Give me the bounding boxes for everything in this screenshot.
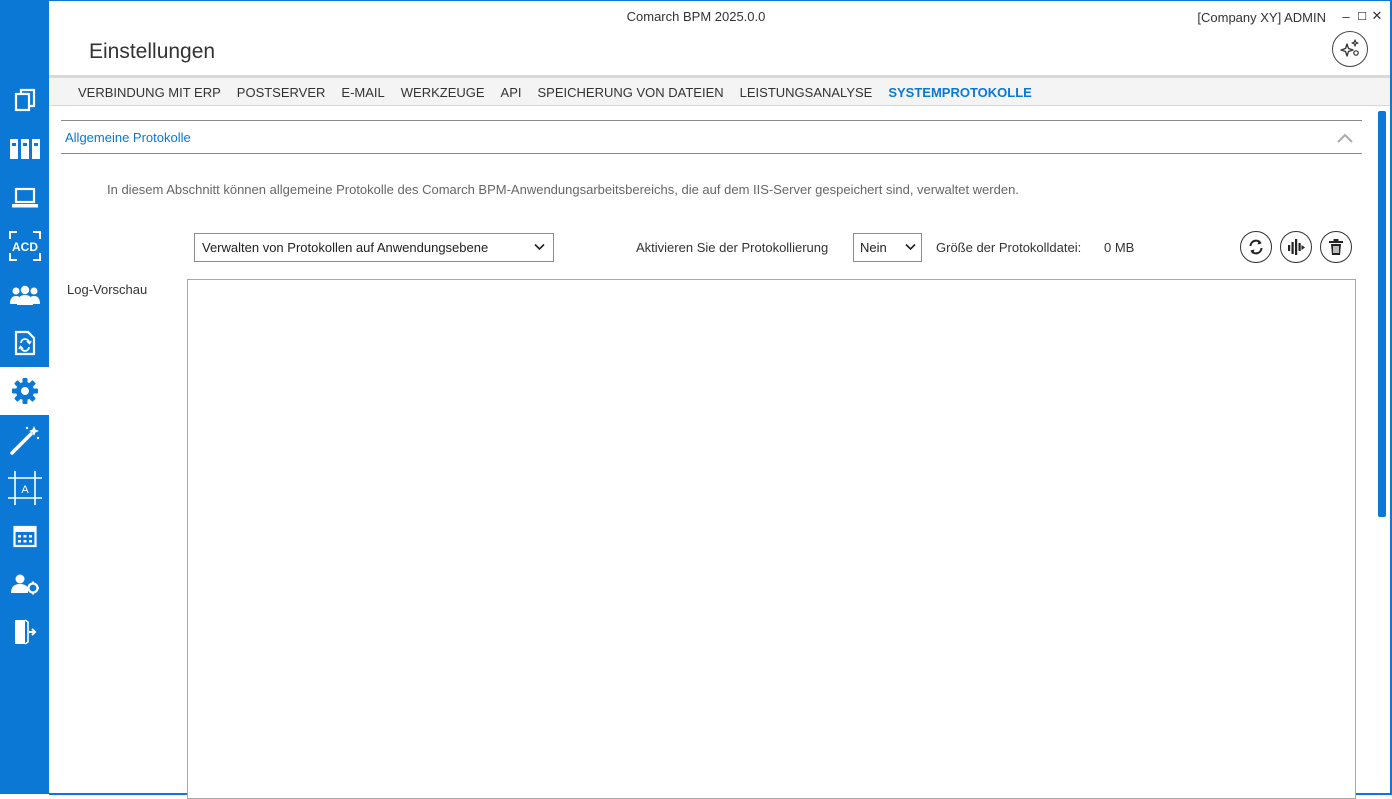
ai-assistant-button[interactable] [1332,31,1368,67]
calendar-icon [12,525,37,548]
sidebar-item-logout[interactable] [0,608,49,656]
trash-icon [1329,239,1343,255]
close-icon: ✕ [1371,8,1383,23]
section-description: In diesem Abschnitt können allgemeine Pr… [107,182,1019,197]
log-scope-select-value: Verwalten von Protokollen auf Anwendungs… [202,240,489,255]
sidebar-item-workstation[interactable] [0,174,49,222]
sidebar: ACD A [0,0,49,794]
laptop-icon [11,187,38,208]
tab-file-storage[interactable]: SPEICHERUNG VON DATEIEN [538,85,724,100]
sidebar-item-wizard[interactable] [0,416,49,464]
tab-performance-analysis[interactable]: LEISTUNGSANALYSE [740,85,873,100]
designer-frame-icon-text: A [21,484,29,496]
minimize-button[interactable]: – [1339,8,1353,24]
gear-icon [11,378,38,404]
designer-frame-icon: A [7,471,42,505]
magic-wand-icon [9,426,39,455]
tab-erp-connection[interactable]: VERBINDUNG MIT ERP [78,85,221,100]
sidebar-item-document-sync[interactable] [0,319,49,367]
chevron-down-icon [534,243,545,251]
documents-icon [14,88,35,112]
sidebar-item-settings[interactable] [0,367,49,415]
tab-system-logs[interactable]: SYSTEMPROTOKOLLE [888,85,1032,100]
logging-enabled-label: Aktivieren Sie der Protokollierung [636,240,829,255]
log-file-size-label: Größe der Protokolldatei: [936,240,1082,255]
refresh-logs-button[interactable] [1240,231,1272,263]
refresh-icon [1249,239,1263,255]
tab-mail-server[interactable]: POSTSERVER [237,85,326,100]
close-button[interactable]: ✕ [1370,8,1384,24]
log-scope-select[interactable]: Verwalten von Protokollen auf Anwendungs… [194,233,554,262]
download-log-icon [1288,239,1305,255]
logging-enabled-select[interactable]: Nein [853,233,922,262]
page-title: Einstellungen [89,40,216,63]
logging-enabled-select-value: Nein [860,240,887,255]
app-title: Comarch BPM 2025.0.0 [626,9,766,24]
sidebar-item-designer[interactable]: A [0,464,49,512]
minimize-icon: – [1342,8,1350,24]
logout-door-icon [14,619,36,645]
tab-email[interactable]: E-MAIL [341,85,384,100]
chevron-up-icon [1337,133,1353,143]
section-divider-top [61,120,1362,121]
section-divider-bottom [61,153,1362,154]
sidebar-item-users[interactable] [0,271,49,319]
delete-logs-button[interactable] [1320,231,1352,263]
section-collapse-button[interactable] [1336,131,1354,145]
tab-tools[interactable]: WERKZEUGE [401,85,485,100]
sidebar-item-acd[interactable]: ACD [0,222,49,270]
scrollbar-thumb[interactable] [1378,111,1386,517]
download-logs-button[interactable] [1280,231,1312,263]
acd-icon-text: ACD [12,240,38,254]
user-settings-icon [10,574,39,595]
log-preview-area[interactable] [187,279,1356,799]
maximize-icon: ☐ [1357,10,1367,23]
tab-api[interactable]: API [501,85,522,100]
log-file-size-value: 0 MB [1104,240,1135,255]
document-sync-icon [14,330,35,356]
folders-icon [9,139,40,159]
chevron-down-icon [905,243,916,251]
sidebar-item-documents[interactable] [0,76,49,124]
sidebar-item-user-settings[interactable] [0,560,49,608]
sidebar-item-repository[interactable] [0,125,49,173]
acd-icon: ACD [8,231,41,261]
settings-tabbar: VERBINDUNG MIT ERP POSTSERVER E-MAIL WER… [49,75,1390,106]
section-title: Allgemeine Protokolle [65,130,191,145]
user-info: [Company XY] ADMIN [1197,10,1326,25]
maximize-button[interactable]: ☐ [1355,8,1369,24]
sidebar-item-calendar[interactable] [0,512,49,560]
users-group-icon [9,285,40,305]
sparkle-icon [1340,39,1359,57]
log-preview-label: Log-Vorschau [67,282,148,297]
